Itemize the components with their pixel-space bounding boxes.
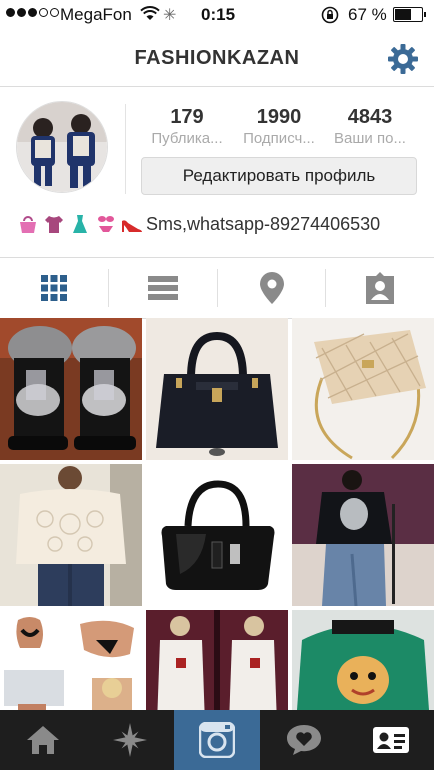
explore-icon: [113, 723, 147, 757]
following-label: Ваши по...: [334, 130, 406, 147]
posts-stat[interactable]: 179 Публика...: [141, 106, 233, 147]
carrier-name: MegaFon: [60, 5, 132, 24]
followers-stat[interactable]: 1990 Подписч...: [233, 106, 325, 147]
high-heel-emoji-icon: [122, 220, 142, 232]
photo-tile[interactable]: [0, 610, 142, 710]
tab-location[interactable]: [218, 258, 326, 318]
gear-icon[interactable]: [386, 42, 420, 76]
activity-spinner-icon: ✳: [163, 7, 177, 24]
bottom-tab-bar: [0, 710, 434, 770]
profile-view-tabs: [0, 257, 434, 319]
shirt-emoji-icon: [45, 216, 63, 233]
black-glossy-bag-photo: [146, 464, 288, 606]
profile-bio: Sms,whatsapp-89274406530: [16, 213, 380, 235]
photo-tile[interactable]: [146, 318, 288, 460]
signal-strength-icon: [6, 8, 59, 17]
list-view-icon: [148, 276, 178, 300]
tab-list[interactable]: [109, 258, 217, 318]
photo-tile[interactable]: [292, 464, 434, 606]
quilted-bag-photo: [292, 318, 434, 460]
followers-count: 1990: [256, 106, 302, 128]
white-tracksuit-photo: [146, 610, 288, 710]
battery-percent: 67 %: [348, 5, 387, 24]
rotation-lock-icon: [321, 6, 339, 24]
fur-boots-photo: [0, 318, 142, 460]
grid-view-icon: [41, 275, 67, 301]
wifi-icon: [140, 6, 160, 20]
tab-camera[interactable]: [174, 710, 260, 770]
photo-tile[interactable]: [292, 610, 434, 710]
dress-emoji-icon: [73, 215, 87, 233]
nav-bar: FASHIONKAZAN: [0, 30, 434, 87]
green-sweatshirt-photo: [292, 610, 434, 710]
handbag-emoji-icon: [20, 216, 36, 233]
photo-tile[interactable]: [146, 464, 288, 606]
status-bar: MegaFon ✳ 0:15 67 %: [0, 0, 434, 30]
bikini-emoji-icon: [98, 216, 114, 232]
tagged-photos-icon: [366, 272, 394, 304]
tab-tagged[interactable]: [326, 258, 434, 318]
status-time: 0:15: [201, 5, 236, 24]
posts-label: Публика...: [151, 130, 223, 147]
tab-activity[interactable]: [261, 710, 347, 770]
bio-text: Sms,whatsapp-89274406530: [146, 213, 381, 234]
avatar[interactable]: [16, 101, 108, 193]
tab-home[interactable]: [0, 710, 86, 770]
posts-count: 179: [170, 106, 204, 128]
photo-tile[interactable]: [0, 318, 142, 460]
page-title: FASHIONKAZAN: [134, 47, 300, 69]
profile-icon: [373, 727, 409, 753]
photo-tile[interactable]: [146, 610, 288, 710]
activity-icon: [287, 725, 321, 755]
location-icon: [260, 272, 284, 304]
tab-profile[interactable]: [348, 710, 434, 770]
following-stat[interactable]: 4843 Ваши по...: [324, 106, 416, 147]
tab-explore[interactable]: [87, 710, 173, 770]
photo-tile[interactable]: [292, 318, 434, 460]
profile-divider: [125, 104, 126, 194]
edit-profile-button[interactable]: Редактировать профиль: [141, 157, 417, 195]
camera-icon: [199, 722, 235, 758]
black-handbag-photo: [146, 318, 288, 460]
lace-sweater-photo: [0, 464, 142, 606]
photo-grid: [0, 318, 434, 710]
graphic-sweatshirt-photo: [292, 464, 434, 606]
home-icon: [27, 726, 59, 754]
photo-tile[interactable]: [0, 464, 142, 606]
following-count: 4843: [347, 106, 393, 128]
swimwear-photo: [0, 610, 142, 710]
followers-label: Подписч...: [243, 130, 315, 147]
tab-grid[interactable]: [0, 258, 108, 318]
battery-icon: [393, 7, 426, 22]
